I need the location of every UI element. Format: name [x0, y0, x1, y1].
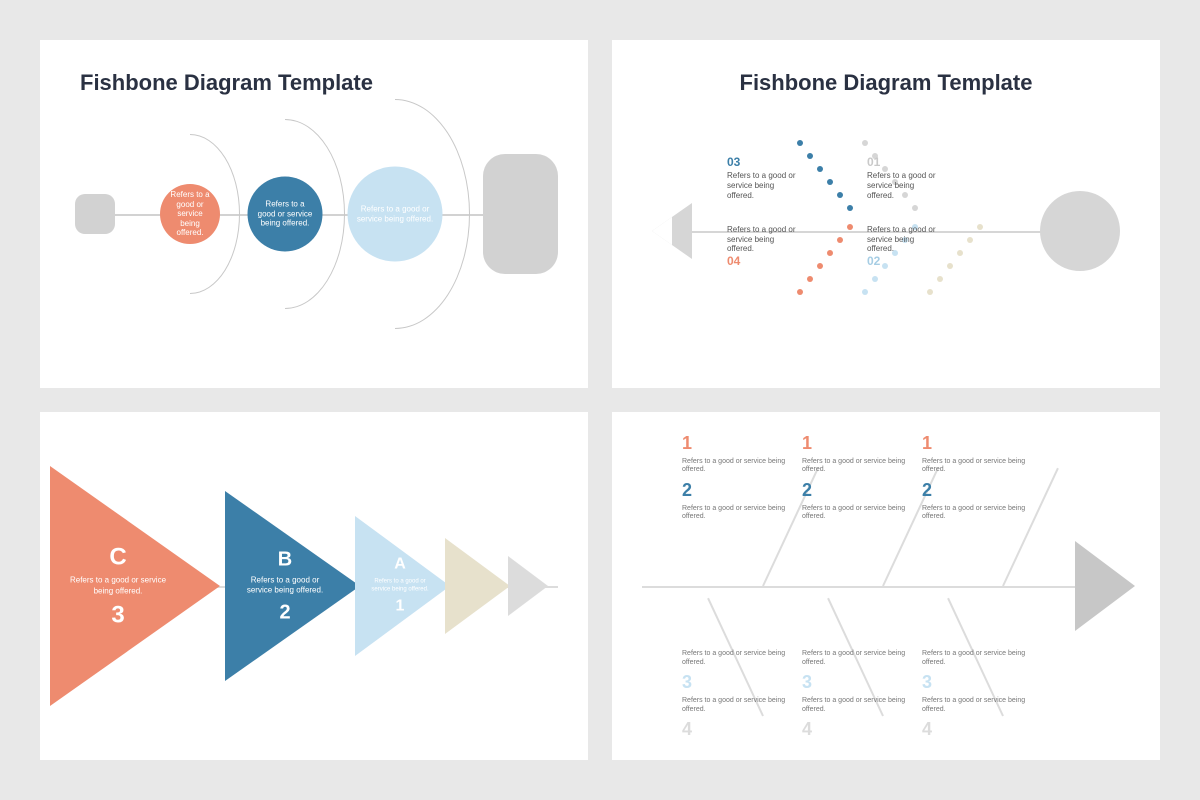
cause-text: Refers to a good or service being offere… — [922, 697, 1032, 714]
cause-text: Refers to a good or service being offere… — [802, 458, 912, 475]
fish-head — [1040, 191, 1120, 271]
triangle-small — [445, 538, 510, 634]
cause-bubble-2: Refers to a good or service being offere… — [248, 177, 323, 252]
cause-text: Refers to a good or service being offere… — [727, 225, 795, 253]
cause-text: Refers to a good or service being offere… — [922, 505, 1032, 522]
cause-column: 1 Refers to a good or service being offe… — [922, 434, 1032, 738]
triangle-label-c: C Refers to a good or service being offe… — [68, 541, 168, 630]
slide-fishbone-dotted: Fishbone Diagram Template 03 Refers to a… — [612, 40, 1160, 388]
cause-text: Refers to a good or service being offere… — [682, 505, 792, 522]
cause-text: Refers to a good or service being offere… — [802, 697, 912, 714]
slide-fishbone-multi: 1 Refers to a good or service being offe… — [612, 412, 1160, 760]
cause-text: Refers to a good or service being offere… — [682, 458, 792, 475]
cause-text: Refers to a good or service being offere… — [922, 458, 1032, 475]
cause-number: 03 — [727, 155, 797, 169]
cause-label-4: Refers to a good or service being offere… — [727, 225, 797, 270]
triangle-text: Refers to a good or service being offere… — [68, 576, 168, 597]
cause-number: 1 — [682, 434, 792, 452]
bone-dots — [927, 215, 1007, 295]
cause-text: Refers to a good or service being offere… — [682, 697, 792, 714]
cause-bubble-1: Refers to a good or service being offere… — [160, 184, 220, 244]
triangle-text: Refers to a good or service being offere… — [240, 576, 330, 597]
cause-bubble-3: Refers to a good or service being offere… — [348, 167, 443, 262]
cause-number: 02 — [867, 254, 937, 268]
cause-number: 3 — [802, 673, 912, 691]
cause-number: 2 — [802, 481, 912, 499]
cause-number: 4 — [802, 720, 912, 738]
cause-label-1: 01 Refers to a good or service being off… — [867, 155, 937, 200]
triangle-label-b: B Refers to a good or service being offe… — [240, 547, 330, 626]
triangle-number: 3 — [68, 599, 168, 630]
slide-fishbone-circles: Fishbone Diagram Template Refers to a go… — [40, 40, 588, 388]
cause-text: Refers to a good or service being offere… — [922, 650, 1032, 667]
cause-number: 2 — [922, 481, 1032, 499]
slide2-title: Fishbone Diagram Template — [612, 70, 1160, 96]
slide1-title: Fishbone Diagram Template — [80, 70, 373, 96]
triangle-letter: B — [240, 547, 330, 573]
arrowhead-icon — [1075, 541, 1135, 631]
fish-head — [483, 154, 558, 274]
cause-number: 01 — [867, 155, 937, 169]
triangle-number: 2 — [240, 599, 330, 625]
fish-tail-notch — [652, 217, 672, 245]
cause-label-2: Refers to a good or service being offere… — [867, 225, 937, 270]
cause-number: 4 — [922, 720, 1032, 738]
triangle-letter: C — [68, 541, 168, 572]
cause-number: 3 — [922, 673, 1032, 691]
cause-number: 04 — [727, 254, 797, 268]
cause-text: Refers to a good or service being offere… — [867, 225, 935, 253]
cause-number: 2 — [682, 481, 792, 499]
fish-tail — [75, 194, 115, 234]
triangle-letter: A — [365, 554, 435, 575]
cause-column: 1 Refers to a good or service being offe… — [682, 434, 792, 738]
slide-fishbone-triangles: C Refers to a good or service being offe… — [40, 412, 588, 760]
cause-text: Refers to a good or service being offere… — [727, 171, 795, 199]
cause-text: Refers to a good or service being offere… — [867, 171, 935, 199]
cause-text: Refers to a good or service being offere… — [802, 505, 912, 522]
cause-text: Refers to a good or service being offere… — [682, 650, 792, 667]
cause-text: Refers to a good or service being offere… — [802, 650, 912, 667]
cause-number: 4 — [682, 720, 792, 738]
cause-label-3: 03 Refers to a good or service being off… — [727, 155, 797, 200]
triangle-tiny — [508, 556, 548, 616]
triangle-text: Refers to a good or service being offere… — [365, 578, 435, 594]
triangle-number: 1 — [365, 597, 435, 618]
triangle-label-a: A Refers to a good or service being offe… — [365, 554, 435, 617]
cause-number: 3 — [682, 673, 792, 691]
cause-number: 1 — [802, 434, 912, 452]
cause-number: 1 — [922, 434, 1032, 452]
cause-column: 1 Refers to a good or service being offe… — [802, 434, 912, 738]
